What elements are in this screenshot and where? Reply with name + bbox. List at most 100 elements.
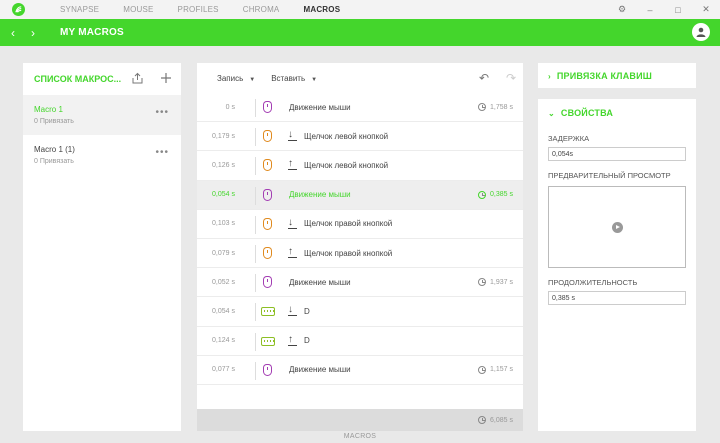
arrow-down-icon: ↓: [288, 217, 297, 229]
user-avatar-icon[interactable]: [692, 23, 710, 41]
divider: [255, 157, 256, 176]
event-duration: 0,385 s: [478, 190, 513, 199]
mouse-click-icon: [263, 217, 272, 230]
event-label: Щелчок левой кнопкой: [304, 160, 389, 170]
event-duration: 1,758 s: [478, 103, 513, 112]
event-label: D: [304, 306, 310, 316]
keyboard-icon: [261, 307, 275, 317]
minimize-button[interactable]: –: [636, 5, 664, 15]
page-header: ‹ › MY MACROS: [0, 19, 720, 46]
record-dropdown[interactable]: Запись ▼: [217, 74, 255, 83]
macro-event-row[interactable]: 0,054 s Движение мыши 0,385 s: [197, 180, 523, 210]
window-controls: ⚙ – □ ✕: [608, 0, 720, 19]
divider: [255, 244, 256, 263]
divider: [255, 215, 256, 234]
event-delay: 0,126 s: [212, 161, 235, 169]
key-binding-label: ПРИВЯЗКА КЛАВИШ: [556, 70, 653, 81]
event-delay: 0,054 s: [212, 307, 235, 315]
event-delay: 0,077 s: [212, 366, 235, 374]
macro-event-row[interactable]: 0,052 s Движение мыши 1,937 s: [197, 268, 523, 298]
divider: [255, 361, 256, 380]
mouse-click-icon: [263, 246, 272, 259]
clock-icon: [478, 190, 487, 199]
tab-profiles[interactable]: PROFILES: [178, 5, 219, 14]
tab-synapse[interactable]: SYNAPSE: [60, 5, 99, 14]
arrow-down-icon: ↓: [288, 130, 297, 142]
preview-label: ПРЕДВАРИТЕЛЬНЫЙ ПРОСМОТР: [548, 171, 671, 180]
macro-binding-count: 0 Привязать: [34, 158, 74, 165]
export-macro-icon[interactable]: [131, 72, 144, 87]
undo-icon[interactable]: ↶: [479, 71, 489, 85]
macro-event-list: 0 s Движение мыши 1,758 s 0,179 s ↓ Щелчок ле…: [197, 93, 523, 385]
event-delay: 0,179 s: [212, 132, 235, 140]
macro-list-item[interactable]: Macro 10 Привязать •••: [23, 95, 181, 135]
event-delay: 0,054 s: [212, 191, 235, 199]
event-label: Щелчок правой кнопкой: [304, 248, 393, 258]
event-label: Движение мыши: [289, 365, 351, 375]
total-duration-value: 6,085 s: [490, 416, 513, 424]
macro-list-panel: СПИСОК МАКРОС... Macro 10 Привязать ••• Ma…: [23, 63, 181, 431]
forward-arrow-icon[interactable]: ›: [23, 26, 43, 40]
back-arrow-icon[interactable]: ‹: [3, 26, 23, 40]
divider: [255, 332, 256, 351]
tab-chroma[interactable]: CHROMA: [243, 5, 280, 14]
divider: [255, 303, 256, 322]
insert-dropdown[interactable]: Вставить ▼: [271, 74, 317, 83]
chevron-down-icon: ▼: [249, 76, 256, 83]
delay-label: ЗАДЕРЖКА: [548, 134, 590, 143]
delay-field[interactable]: 0,054s: [548, 147, 686, 161]
properties-label: СВОЙСТВА: [560, 108, 614, 118]
keyboard-icon: [261, 336, 275, 346]
editor-toolbar: Запись ▼ Вставить ▼ ↶ ↷: [197, 63, 523, 93]
macro-event-row[interactable]: 0,126 s ↑ Щелчок левой кнопкой: [197, 151, 523, 181]
clock-icon: [478, 416, 487, 424]
clock-icon: [478, 365, 487, 374]
event-delay: 0,052 s: [212, 278, 235, 286]
event-duration: 1,937 s: [478, 278, 513, 287]
key-binding-title: › ПРИВЯЗКА КЛАВИШ: [548, 71, 652, 81]
macro-event-row[interactable]: 0,103 s ↓ Щелчок правой кнопкой: [197, 210, 523, 239]
mouse-click-icon: [263, 130, 272, 143]
event-duration-value: 1,937 s: [490, 278, 513, 286]
maximize-button[interactable]: □: [664, 5, 692, 15]
arrow-up-icon: ↑: [288, 334, 297, 346]
chevron-down-icon: ▼: [311, 76, 318, 83]
tab-macros[interactable]: MACROS: [303, 5, 340, 14]
settings-gear-icon[interactable]: ⚙: [608, 4, 636, 15]
more-options-icon[interactable]: •••: [155, 147, 169, 158]
event-label: D: [304, 336, 310, 346]
event-duration-value: 1,157 s: [490, 366, 513, 374]
event-delay: 0 s: [225, 103, 235, 111]
macro-list-title: СПИСОК МАКРОС...: [34, 74, 122, 84]
event-duration-value: 1,758 s: [490, 103, 513, 111]
mouse-move-icon: [263, 363, 272, 376]
macro-event-row[interactable]: 0,077 s Движение мыши 1,157 s: [197, 356, 523, 385]
macro-binding-count: 0 Привязать: [34, 118, 74, 125]
macro-event-row[interactable]: 0,079 s ↑ Щелчок правой кнопкой: [197, 239, 523, 269]
clock-icon: [478, 103, 487, 112]
page-title: MY MACROS: [60, 27, 124, 38]
macro-event-row[interactable]: 0,179 s ↓ Щелчок левой кнопкой: [197, 122, 523, 152]
footer-label: MACROS: [343, 433, 377, 440]
add-macro-icon[interactable]: [160, 72, 172, 86]
duration-field[interactable]: 0,385 s: [548, 291, 686, 305]
tab-mouse[interactable]: MOUSE: [123, 5, 153, 14]
key-binding-panel[interactable]: › ПРИВЯЗКА КЛАВИШ: [538, 63, 696, 88]
macro-event-row[interactable]: 0,054 s ↓ D: [197, 297, 523, 327]
arrow-up-icon: ↑: [288, 159, 297, 171]
play-icon[interactable]: [612, 222, 623, 233]
main-nav-tabs: SYNAPSE MOUSE PROFILES CHROMA MACROS: [60, 5, 364, 14]
properties-title: ⌄ СВОЙСТВА: [548, 108, 686, 118]
macro-event-row[interactable]: 0,124 s ↑ D: [197, 327, 523, 356]
more-options-icon[interactable]: •••: [155, 107, 169, 118]
total-duration: 6,085 s: [478, 416, 513, 424]
macro-event-row[interactable]: 0 s Движение мыши 1,758 s: [197, 93, 523, 123]
divider: [255, 128, 256, 147]
event-duration-value: 0,385 s: [490, 191, 513, 199]
mouse-move-icon: [263, 101, 272, 113]
redo-icon[interactable]: ↷: [506, 71, 516, 85]
close-button[interactable]: ✕: [692, 4, 720, 15]
clock-icon: [478, 278, 487, 287]
event-label: Щелчок правой кнопкой: [304, 219, 393, 229]
macro-list-item[interactable]: Macro 1 (1) 0 Привязать •••: [23, 135, 181, 175]
